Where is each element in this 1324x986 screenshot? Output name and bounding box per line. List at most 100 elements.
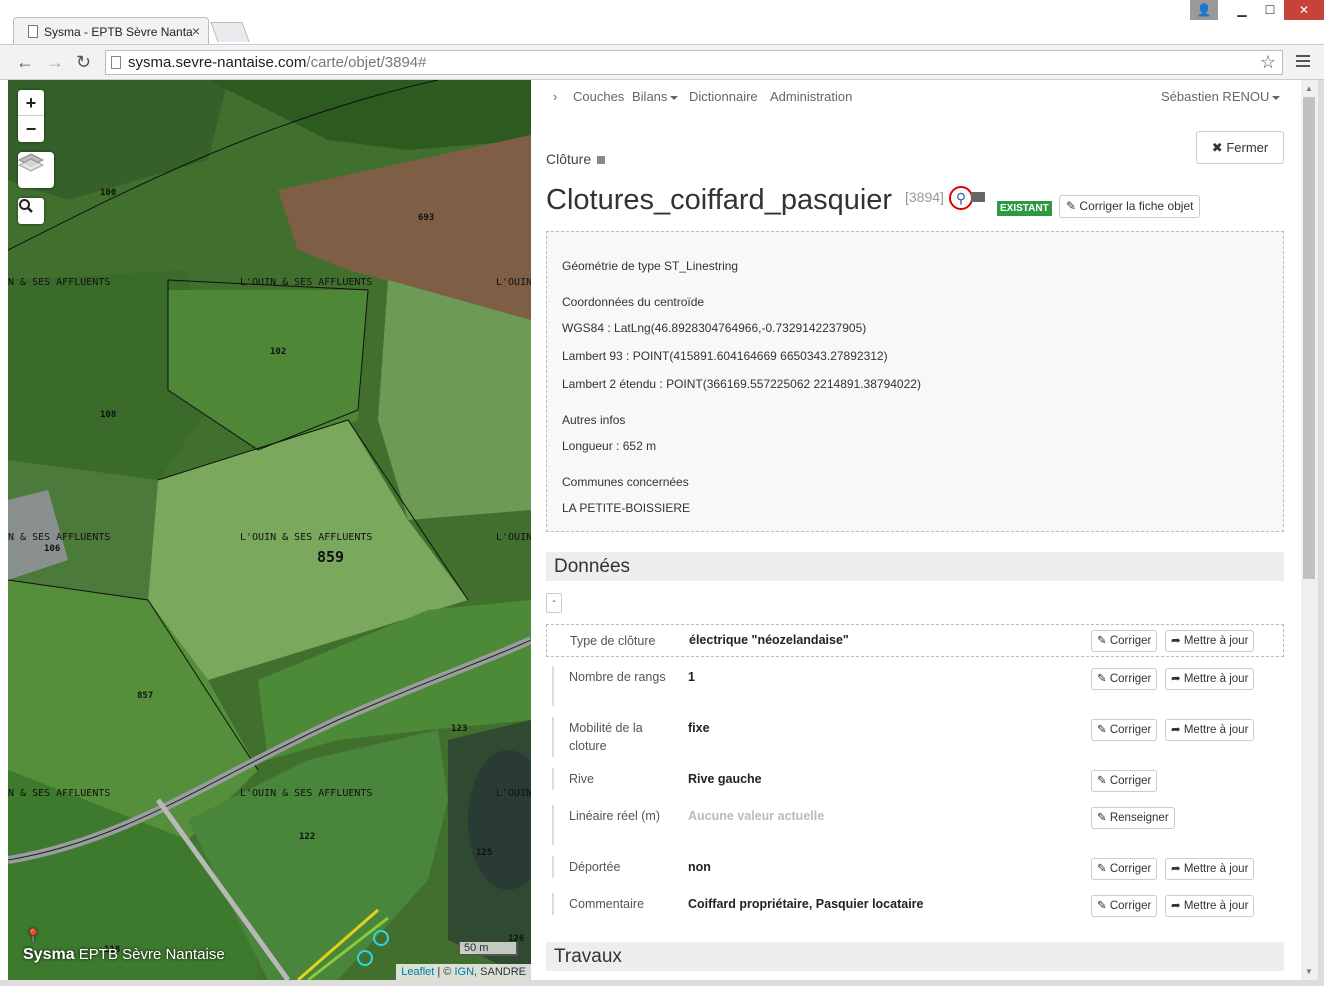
- fix-button[interactable]: ✎ Corriger: [1091, 668, 1158, 690]
- fix-button[interactable]: ✎ Corriger: [1091, 719, 1158, 741]
- donnees-heading: Données: [546, 552, 1284, 581]
- close-button[interactable]: ✖ Fermer: [1196, 131, 1284, 164]
- centroid-heading: Coordonnées du centroïde: [562, 295, 705, 309]
- new-tab-button[interactable]: [210, 22, 250, 42]
- row-divider: [552, 717, 554, 757]
- layers-button[interactable]: [18, 152, 54, 188]
- close-window-icon[interactable]: ✕: [1284, 0, 1324, 20]
- leaflet-link[interactable]: Leaflet: [401, 966, 434, 978]
- layers-icon: [18, 153, 44, 172]
- scroll-up-icon[interactable]: ▲: [1305, 84, 1313, 93]
- data-row: Commentaire Coiffard propriétaire, Pasqu…: [546, 893, 1284, 919]
- map-search-button[interactable]: [18, 198, 44, 224]
- parcel-label: 106: [44, 544, 61, 554]
- collapse-button[interactable]: -: [546, 593, 562, 613]
- update-button[interactable]: ➦ Mettre à jour: [1165, 719, 1255, 741]
- fix-button[interactable]: ✎ Corriger: [1091, 858, 1158, 880]
- lambert2-coords: Lambert 2 étendu : POINT(366169.55722506…: [562, 377, 921, 391]
- row-label: Commentaire: [569, 897, 645, 911]
- update-button[interactable]: ➦ Mettre à jour: [1165, 895, 1255, 917]
- row-label: Déportée: [569, 860, 621, 874]
- user-menu[interactable]: Sébastien RENOU: [1161, 89, 1281, 104]
- nav-couches[interactable]: Couches: [573, 89, 624, 104]
- row-value: non: [688, 860, 711, 874]
- pencil-icon: ✎: [1066, 199, 1077, 213]
- fill-in-label: Renseigner: [1109, 812, 1169, 824]
- profile-icon[interactable]: 👤: [1190, 0, 1218, 20]
- update-button[interactable]: ➦ Mettre à jour: [1165, 668, 1255, 690]
- attribution-sep: | ©: [434, 966, 455, 978]
- window-controls: 👤 ▁ ☐ ✕: [1190, 0, 1324, 20]
- zoom-in-button[interactable]: +: [18, 90, 44, 116]
- panel-scrollbar[interactable]: ▲ ▼: [1301, 80, 1318, 980]
- maximize-icon[interactable]: ☐: [1256, 0, 1284, 20]
- top-navigation: › Couches Bilans Dictionnaire Administra…: [531, 80, 1301, 113]
- zone-label: N & SES AFFLUENTS: [8, 277, 111, 288]
- nav-bilans[interactable]: Bilans: [632, 89, 679, 104]
- nav-dictionnaire[interactable]: Dictionnaire: [689, 89, 758, 104]
- page-info-icon: [111, 56, 121, 69]
- fix-label: Corriger: [1109, 775, 1152, 787]
- browser-tab[interactable]: Sysma - EPTB Sèvre Nanta ×: [13, 17, 209, 45]
- object-type: Clôture: [546, 151, 606, 167]
- map-view[interactable]: 100 693 102 108 106 859 857 123 122 125 …: [8, 80, 531, 980]
- status-badge: EXISTANT: [997, 201, 1052, 216]
- fill-in-button[interactable]: ✎ Renseigner: [1091, 807, 1175, 829]
- url-path: /carte/objet/3894#: [306, 54, 427, 71]
- fix-button[interactable]: ✎ Corriger: [1091, 630, 1158, 652]
- row-divider: [552, 805, 554, 845]
- nav-administration[interactable]: Administration: [770, 89, 852, 104]
- data-row: Type de clôture électrique "néozelandais…: [546, 624, 1284, 657]
- close-icon: ✖: [1211, 140, 1223, 155]
- close-label: Fermer: [1226, 140, 1269, 155]
- map-attribution: Leaflet | © IGN, SANDRE: [396, 964, 531, 980]
- update-label: Mettre à jour: [1183, 863, 1249, 875]
- brand-org: EPTB Sèvre Nantaise: [78, 946, 225, 963]
- update-button[interactable]: ➦ Mettre à jour: [1165, 630, 1255, 652]
- parcel-label: 859: [317, 548, 345, 566]
- fix-object-button[interactable]: ✎ Corriger la fiche objet: [1059, 195, 1201, 218]
- address-bar[interactable]: sysma.sevre-nantaise.com/carte/objet/389…: [105, 50, 1283, 75]
- row-divider: [552, 856, 554, 878]
- data-row: Linéaire réel (m) Aucune valeur actuelle…: [546, 805, 1284, 847]
- zone-label: N & SES AFFLUENTS: [8, 532, 111, 543]
- row-divider: [552, 893, 554, 915]
- row-value: Rive gauche: [688, 772, 762, 786]
- fix-label: Corriger: [1109, 900, 1152, 912]
- scrollbar-thumb[interactable]: [1303, 97, 1315, 579]
- row-value: Coiffard propriétaire, Pasquier locatair…: [688, 897, 924, 911]
- locate-on-map-icon[interactable]: ⚲: [949, 186, 973, 210]
- minimize-icon[interactable]: ▁: [1228, 0, 1256, 20]
- nav-bilans-label: Bilans: [632, 89, 668, 104]
- object-type-label: Clôture: [546, 151, 592, 167]
- fix-button[interactable]: ✎ Corriger: [1091, 770, 1158, 792]
- zoom-out-button[interactable]: −: [18, 116, 44, 142]
- row-label: Mobilité de la cloture: [569, 721, 643, 753]
- chevron-right-icon[interactable]: ›: [553, 89, 557, 104]
- back-icon[interactable]: ←: [16, 52, 34, 73]
- zone-label: N & SES AFFLUENTS: [8, 788, 111, 799]
- zoom-control: + −: [18, 90, 44, 142]
- forward-icon[interactable]: →: [46, 52, 64, 73]
- update-label: Mettre à jour: [1183, 673, 1249, 685]
- brand-name: Sysma: [23, 946, 75, 963]
- parcel-label: 693: [418, 213, 435, 223]
- window-border: [1318, 80, 1324, 986]
- parcel-label: 102: [270, 347, 287, 357]
- zone-label: L'OUIN & SES AFFLUENTS: [240, 532, 373, 543]
- zone-label: L'OUIN & SES AFFLUENTS: [240, 277, 373, 288]
- bookmark-star-icon[interactable]: ☆: [1260, 51, 1276, 74]
- close-tab-icon[interactable]: ×: [192, 23, 200, 39]
- print-icon[interactable]: [971, 192, 985, 202]
- browser-toolbar: ← → ↻ sysma.sevre-nantaise.com/carte/obj…: [0, 44, 1324, 80]
- fix-label: Corriger: [1109, 673, 1152, 685]
- row-value: Aucune valeur actuelle: [688, 809, 825, 823]
- fix-button[interactable]: ✎ Corriger: [1091, 895, 1158, 917]
- row-value: 1: [688, 670, 695, 684]
- browser-menu-icon[interactable]: [1296, 55, 1310, 70]
- page-title: Clotures_coiffard_pasquier: [546, 184, 893, 216]
- ign-link[interactable]: IGN: [454, 966, 474, 978]
- update-button[interactable]: ➦ Mettre à jour: [1165, 858, 1255, 880]
- scroll-down-icon[interactable]: ▼: [1305, 967, 1313, 976]
- reload-icon[interactable]: ↻: [76, 52, 91, 73]
